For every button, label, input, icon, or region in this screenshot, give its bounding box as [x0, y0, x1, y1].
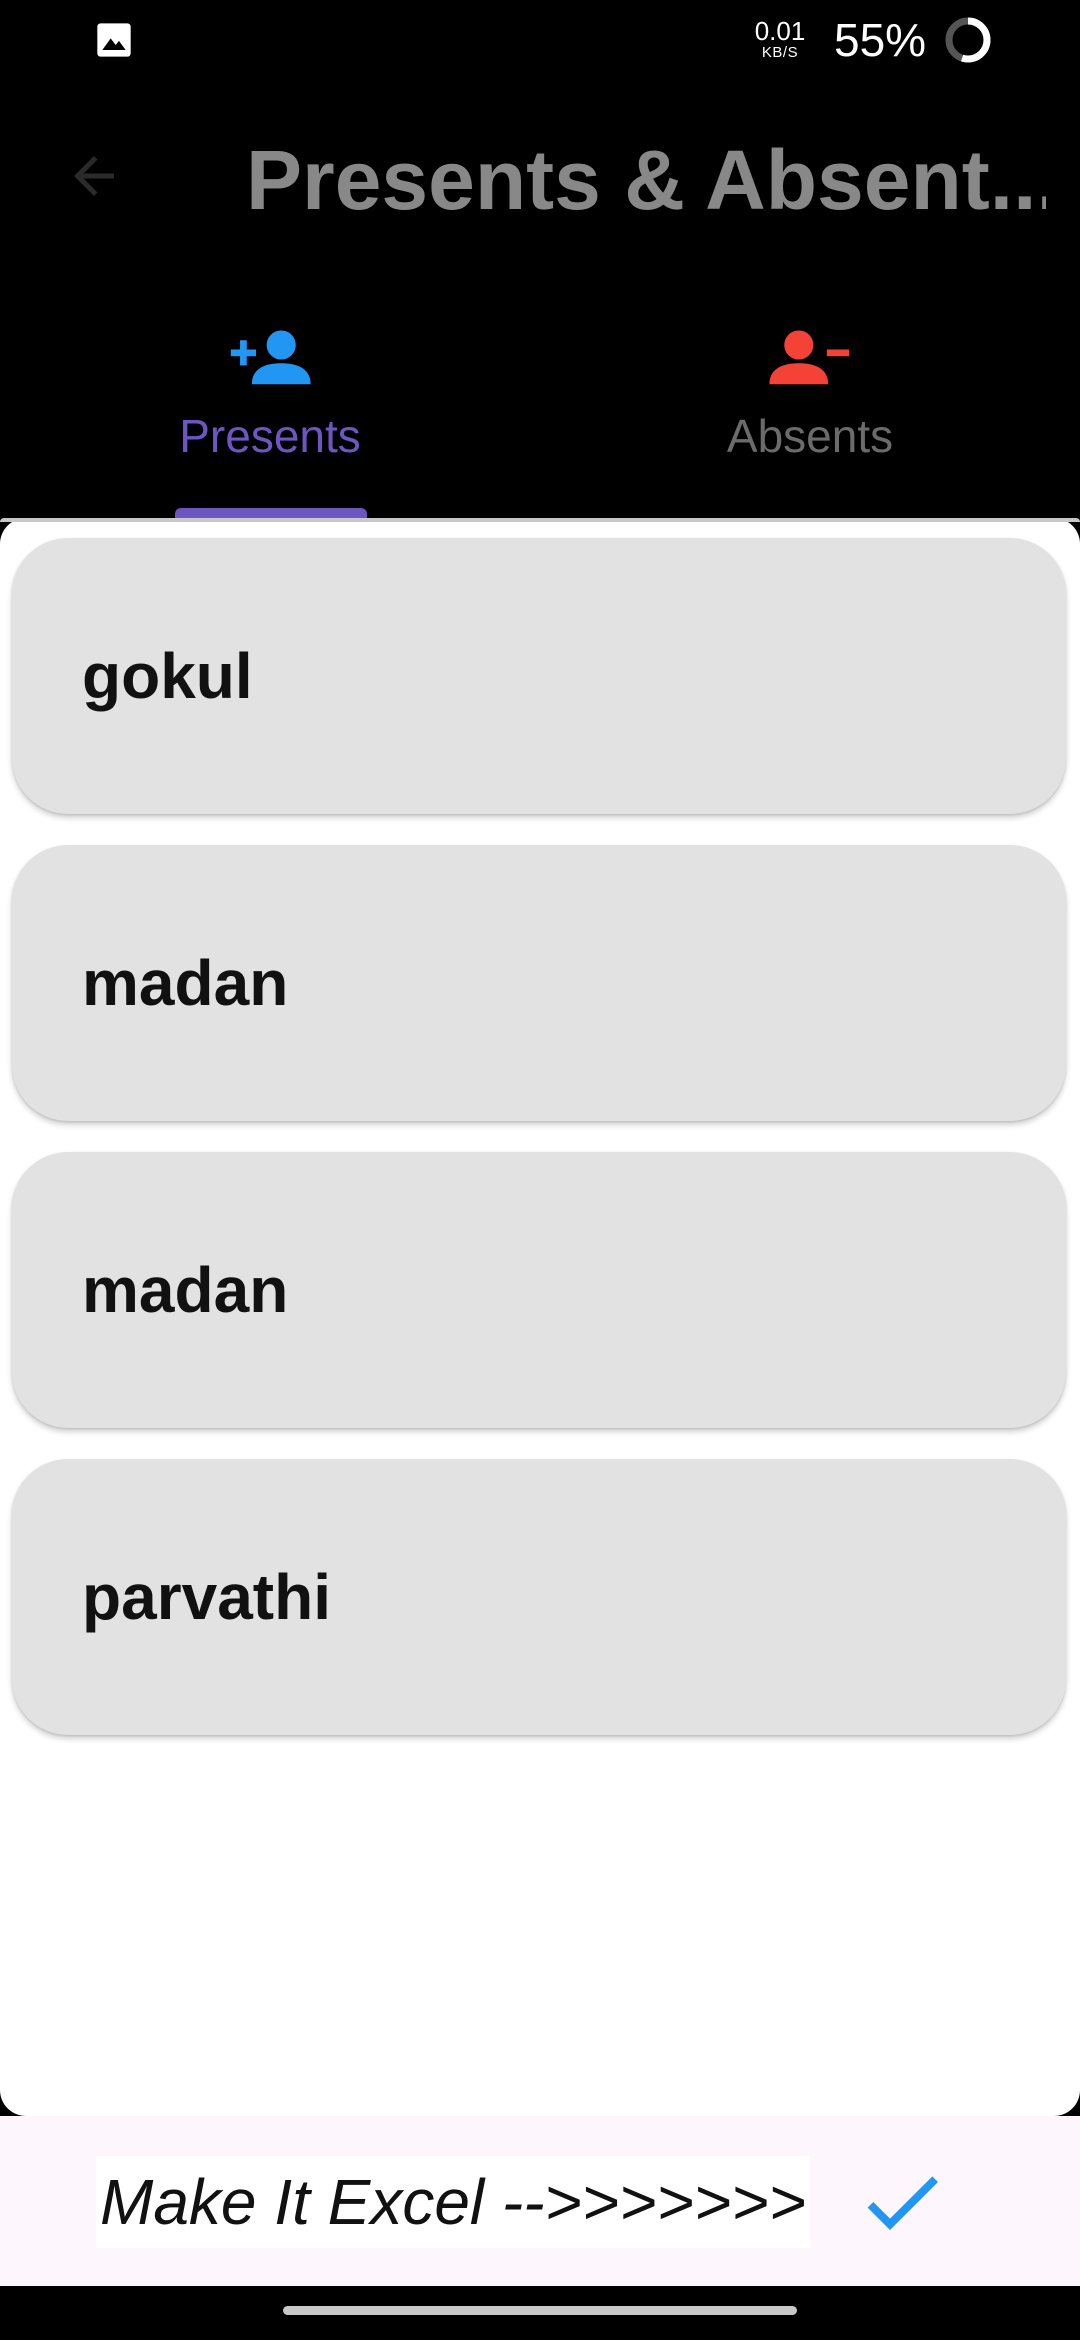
network-speed-value: 0.01	[754, 16, 806, 46]
check-icon	[867, 2176, 938, 2230]
list-item[interactable]: gokul	[12, 538, 1066, 814]
person-add-icon	[230, 330, 311, 385]
status-bar: 0.01 KB/S 55%	[0, 0, 1080, 80]
student-name: madan	[82, 1254, 289, 1326]
tab-bar: Presents Absents	[0, 300, 1080, 518]
page-title: Presents & Absent...	[246, 133, 1046, 227]
tab-absents-label: Absents	[726, 410, 894, 462]
back-button[interactable]	[56, 138, 132, 214]
student-name: parvathi	[82, 1561, 331, 1633]
student-name: madan	[82, 947, 289, 1019]
app-bar: Presents & Absent...	[0, 110, 1080, 240]
bottom-action-bar: Make It Excel -->>>>>>>	[0, 2116, 1080, 2286]
students-list: gokul madan madan parvathi	[12, 538, 1066, 1766]
arrow-back-icon	[74, 156, 114, 196]
person-remove-icon	[769, 330, 850, 385]
make-excel-label[interactable]: Make It Excel -->>>>>>>	[96, 2156, 811, 2248]
list-item[interactable]: parvathi	[12, 1459, 1066, 1735]
tab-presents-label: Presents	[179, 410, 361, 462]
make-excel-button[interactable]	[852, 2152, 952, 2252]
list-item[interactable]: madan	[12, 1152, 1066, 1428]
tab-selected-indicator	[175, 508, 367, 518]
battery-percent: 55%	[834, 14, 927, 66]
gesture-nav-handle[interactable]	[283, 2306, 797, 2315]
tab-presents[interactable]: Presents	[0, 300, 540, 518]
tab-absents[interactable]: Absents	[540, 300, 1080, 518]
students-list-container: gokul madan madan parvathi	[0, 518, 1080, 2116]
battery-ring-icon	[945, 17, 991, 63]
list-item[interactable]: madan	[12, 845, 1066, 1121]
screen: 0.01 KB/S 55% Presents & Absent... Prese…	[0, 0, 1080, 2340]
student-name: gokul	[82, 640, 253, 712]
network-speed-unit: KB/S	[761, 44, 799, 61]
network-speed: 0.01 KB/S	[752, 18, 808, 60]
gallery-notification-icon	[97, 23, 131, 57]
